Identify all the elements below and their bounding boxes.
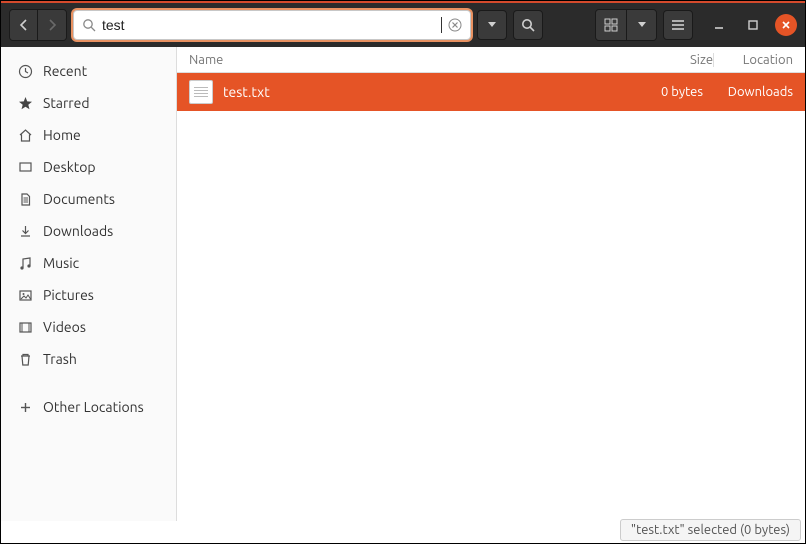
nav-group: [9, 9, 67, 41]
search-input[interactable]: [102, 17, 435, 33]
minimize-button[interactable]: [707, 13, 731, 37]
sidebar-label: Pictures: [43, 287, 94, 303]
path-dropdown-button[interactable]: [477, 10, 507, 40]
trash-icon: [17, 352, 33, 367]
search-toggle-button[interactable]: [513, 10, 543, 40]
content-area: Name Size Location test.txt 0 bytes Down…: [177, 47, 805, 521]
home-icon: [17, 128, 33, 143]
search-box[interactable]: [73, 10, 471, 40]
sidebar-label: Starred: [43, 95, 90, 111]
view-dropdown-button[interactable]: [626, 10, 656, 40]
header-bar: [1, 1, 805, 47]
forward-button[interactable]: [38, 10, 66, 40]
file-name: test.txt: [223, 84, 633, 100]
close-icon: [781, 20, 791, 30]
sidebar-item-pictures[interactable]: Pictures: [1, 279, 176, 311]
clock-icon: [17, 64, 33, 79]
chevron-right-icon: [47, 19, 57, 31]
sidebar-label: Recent: [43, 63, 87, 79]
grid-icon: [604, 18, 618, 32]
clear-search-icon[interactable]: [448, 18, 462, 32]
sidebar-item-recent[interactable]: Recent: [1, 55, 176, 87]
sidebar-label: Documents: [43, 191, 115, 207]
sidebar-label: Desktop: [43, 159, 96, 175]
star-icon: [17, 96, 33, 111]
window-controls: [707, 13, 797, 37]
search-icon: [521, 18, 535, 32]
column-header: Name Size Location: [177, 47, 805, 73]
sidebar-label: Videos: [43, 319, 86, 335]
chevron-left-icon: [19, 19, 29, 31]
download-icon: [17, 224, 33, 239]
sidebar-item-music[interactable]: Music: [1, 247, 176, 279]
sidebar-item-starred[interactable]: Starred: [1, 87, 176, 119]
sidebar-label: Home: [43, 127, 81, 143]
file-row[interactable]: test.txt 0 bytes Downloads: [177, 73, 805, 111]
sidebar-item-home[interactable]: Home: [1, 119, 176, 151]
videos-icon: [17, 320, 33, 335]
text-file-icon: [189, 80, 213, 104]
minimize-icon: [713, 19, 725, 31]
music-icon: [17, 256, 33, 271]
maximize-button[interactable]: [741, 13, 765, 37]
grid-view-button[interactable]: [596, 10, 626, 40]
close-button[interactable]: [775, 14, 797, 36]
sidebar-label: Music: [43, 255, 79, 271]
file-size: 0 bytes: [643, 85, 703, 99]
sidebar-label: Trash: [43, 351, 77, 367]
column-size[interactable]: Size: [653, 53, 713, 67]
sidebar-item-desktop[interactable]: Desktop: [1, 151, 176, 183]
back-button[interactable]: [10, 10, 38, 40]
column-location[interactable]: Location: [713, 53, 793, 67]
sidebar-label: Downloads: [43, 223, 113, 239]
plus-icon: [17, 400, 33, 415]
status-bar: "test.txt" selected (0 bytes): [620, 519, 801, 541]
status-text: "test.txt" selected (0 bytes): [631, 523, 790, 537]
maximize-icon: [747, 19, 759, 31]
document-icon: [17, 192, 33, 207]
triangle-down-icon: [487, 21, 497, 29]
pictures-icon: [17, 288, 33, 303]
sidebar: Recent Starred Home Desktop Documents Do…: [1, 47, 177, 521]
sidebar-item-trash[interactable]: Trash: [1, 343, 176, 375]
file-location: Downloads: [713, 85, 793, 99]
hamburger-menu-button[interactable]: [663, 10, 693, 40]
column-name[interactable]: Name: [189, 53, 653, 67]
hamburger-icon: [671, 19, 685, 31]
sidebar-item-other-locations[interactable]: Other Locations: [1, 391, 176, 423]
sidebar-item-videos[interactable]: Videos: [1, 311, 176, 343]
search-icon: [82, 18, 96, 32]
sidebar-item-documents[interactable]: Documents: [1, 183, 176, 215]
sidebar-label: Other Locations: [43, 399, 144, 415]
desktop-icon: [17, 160, 33, 175]
triangle-down-icon: [637, 21, 647, 29]
view-group: [595, 9, 657, 41]
sidebar-item-downloads[interactable]: Downloads: [1, 215, 176, 247]
